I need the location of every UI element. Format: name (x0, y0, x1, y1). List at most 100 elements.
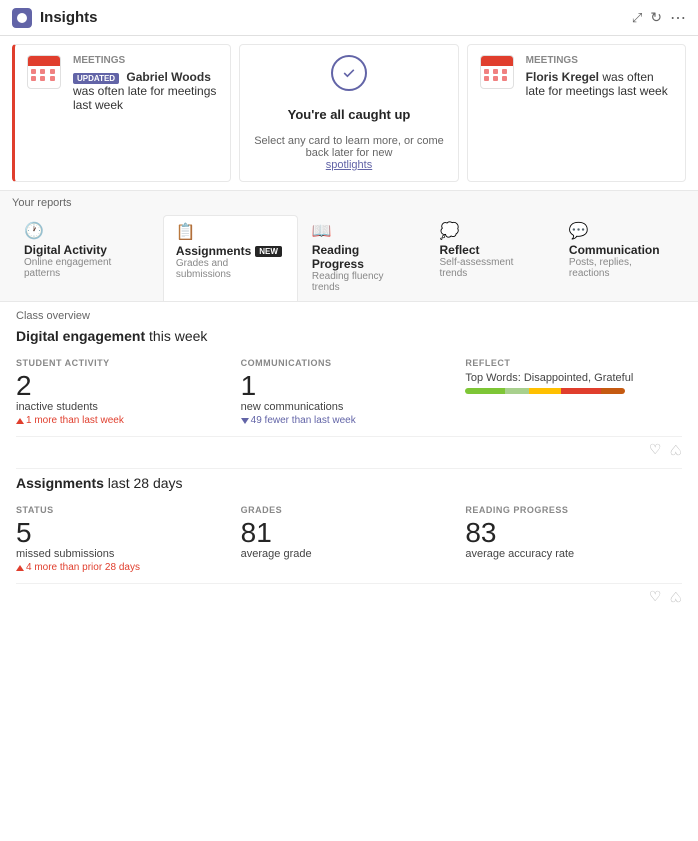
reflect-bar-seg-3 (529, 388, 561, 394)
header: Insights ⤢ ↻ ⋯ (0, 0, 698, 36)
student-activity-value: 2 (16, 372, 233, 400)
reflect-name: Reflect (440, 243, 480, 257)
status-value: 5 (16, 519, 233, 547)
assignments-block: Assignments last 28 days STATUS 5 missed… (16, 475, 682, 605)
reflect-bar-seg-1 (465, 388, 505, 394)
communications-change-text: 49 fewer than last week (251, 415, 356, 426)
digital-activity-sub: Online engagement patterns (24, 257, 149, 279)
student-activity-metric: STUDENT ACTIVITY 2 inactive students 1 m… (16, 352, 233, 432)
assignments-thumbdown-icon[interactable]: ♡ (669, 588, 682, 605)
assignments-metrics: STATUS 5 missed submissions 4 more than … (16, 499, 682, 579)
reports-section: Your reports 🕐 Digital Activity Online e… (0, 191, 698, 302)
grades-category: GRADES (241, 505, 458, 515)
updated-badge: UPDATED (73, 73, 119, 84)
class-overview-label: Class overview (16, 310, 682, 322)
reflect-bar-seg-4 (561, 388, 601, 394)
grades-value: 81 (241, 519, 458, 547)
reflect-metric: REFLECT Top Words: Disappointed, Gratefu… (465, 352, 682, 432)
tab-digital-activity[interactable]: 🕐 Digital Activity Online engagement pat… (12, 215, 161, 301)
assignments-icon: 📋 (176, 222, 196, 242)
communication-name: Communication (569, 243, 660, 257)
student-activity-change-text: 1 more than last week (26, 415, 124, 426)
digital-engagement-title: Digital engagement this week (16, 328, 682, 344)
communications-desc: new communications (241, 401, 458, 413)
reflect-icon: 💭 (440, 221, 460, 241)
page-title: Insights (40, 9, 98, 26)
spotlights-link[interactable]: spotlights (326, 159, 372, 171)
spotlight-card-3-label: Meetings (526, 55, 673, 66)
reflect-bar-seg-2 (505, 388, 529, 394)
spotlight-card-1-content: Meetings UPDATED Gabriel Woods was often… (73, 55, 218, 112)
spotlight-card-3[interactable]: Meetings Floris Kregel was often late fo… (467, 44, 686, 182)
digital-engagement-footer: ♡ ♡ (16, 436, 682, 458)
spotlight-card-1-text: UPDATED Gabriel Woods was often late for… (73, 70, 218, 112)
assignments-thumbup-icon[interactable]: ♡ (649, 588, 662, 605)
new-badge: NEW (255, 246, 282, 257)
communications-metric: COMMUNICATIONS 1 new communications 49 f… (241, 352, 458, 432)
caught-up-subtitle: Select any card to learn more, or come b… (252, 135, 445, 171)
spotlights-grid: Meetings UPDATED Gabriel Woods was often… (12, 44, 686, 182)
calendar-icon-1 (27, 55, 63, 91)
tab-reading-progress[interactable]: 📖 Reading Progress Reading fluency trend… (300, 215, 426, 301)
status-up-arrow-icon (16, 565, 24, 571)
student-activity-category: STUDENT ACTIVITY (16, 358, 233, 368)
caught-up-title: You're all caught up (288, 107, 411, 122)
refresh-icon[interactable]: ↻ (650, 9, 662, 26)
insights-app-icon (12, 8, 32, 28)
reports-tabs: 🕐 Digital Activity Online engagement pat… (12, 215, 686, 301)
calendar-icon-3 (480, 55, 516, 91)
communications-category: COMMUNICATIONS (241, 358, 458, 368)
expand-icon[interactable]: ⤢ (632, 10, 642, 26)
reflect-sub: Self-assessment trends (440, 257, 543, 279)
reading-progress-sub: Reading fluency trends (312, 271, 414, 293)
communication-icon: 💬 (569, 221, 589, 241)
student-activity-desc: inactive students (16, 401, 233, 413)
grades-metric: GRADES 81 average grade (241, 499, 458, 579)
spotlight-card-1[interactable]: Meetings UPDATED Gabriel Woods was often… (12, 44, 231, 182)
section-divider (16, 468, 682, 469)
communications-value: 1 (241, 372, 458, 400)
student-activity-change: 1 more than last week (16, 415, 233, 426)
status-desc: missed submissions (16, 548, 233, 560)
status-category: STATUS (16, 505, 233, 515)
more-icon[interactable]: ⋯ (670, 8, 686, 28)
assignments-title: Assignments last 28 days (16, 475, 682, 491)
reading-progress-category: READING PROGRESS (465, 505, 682, 515)
reading-progress-icon: 📖 (312, 221, 332, 241)
header-actions: ⤢ ↻ ⋯ (632, 8, 686, 28)
up-arrow-icon (16, 418, 24, 424)
down-arrow-icon (241, 418, 249, 424)
reflect-words: Top Words: Disappointed, Grateful (465, 372, 682, 384)
communications-change: 49 fewer than last week (241, 415, 458, 426)
thumbdown-icon[interactable]: ♡ (669, 441, 682, 458)
digital-engagement-metrics: STUDENT ACTIVITY 2 inactive students 1 m… (16, 352, 682, 432)
spotlight-card-1-label: Meetings (73, 55, 218, 66)
digital-engagement-block: Digital engagement this week STUDENT ACT… (16, 328, 682, 458)
reading-progress-metric: READING PROGRESS 83 average accuracy rat… (465, 499, 682, 579)
assignments-name: Assignments NEW (176, 244, 282, 258)
tab-communication[interactable]: 💬 Communication Posts, replies, reaction… (557, 215, 686, 301)
thumbup-icon[interactable]: ♡ (649, 441, 662, 458)
class-overview: Class overview Digital engagement this w… (0, 302, 698, 841)
communication-sub: Posts, replies, reactions (569, 257, 674, 279)
spotlight-card-3-text: Floris Kregel was often late for meeting… (526, 70, 673, 98)
status-change: 4 more than prior 28 days (16, 562, 233, 573)
spotlights-section: Meetings UPDATED Gabriel Woods was often… (0, 36, 698, 191)
check-circle-icon (331, 55, 367, 91)
reflect-bar (465, 388, 625, 394)
digital-activity-name: Digital Activity (24, 243, 107, 257)
tab-reflect[interactable]: 💭 Reflect Self-assessment trends (428, 215, 555, 301)
grades-desc: average grade (241, 548, 458, 560)
reflect-category: REFLECT (465, 358, 682, 368)
digital-activity-icon: 🕐 (24, 221, 44, 241)
assignments-footer: ♡ ♡ (16, 583, 682, 605)
spotlight-card-3-content: Meetings Floris Kregel was often late fo… (526, 55, 673, 98)
reading-progress-value: 83 (465, 519, 682, 547)
reports-section-label: Your reports (12, 197, 686, 209)
header-left: Insights (12, 8, 98, 28)
status-change-text: 4 more than prior 28 days (26, 562, 140, 573)
reflect-bar-seg-5 (601, 388, 625, 394)
spotlight-card-caught-up: You're all caught up Select any card to … (239, 44, 458, 182)
tab-assignments[interactable]: 📋 Assignments NEW Grades and submissions (163, 215, 298, 301)
assignments-sub: Grades and submissions (176, 258, 285, 280)
